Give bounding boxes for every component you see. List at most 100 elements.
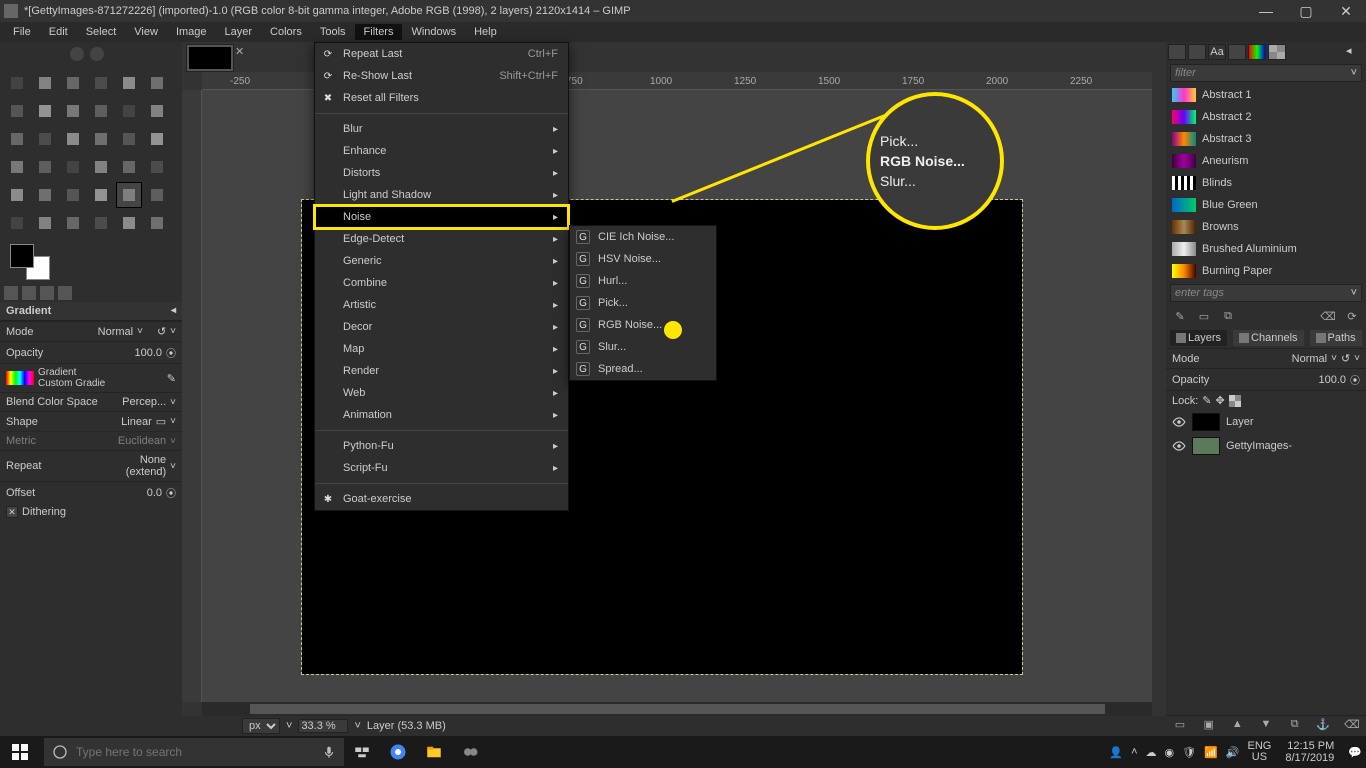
tool-7[interactable] — [32, 98, 58, 124]
edit-gradient-icon[interactable]: ✎ — [167, 372, 176, 385]
visibility-icon[interactable] — [1172, 415, 1186, 429]
taskbar-gimp[interactable] — [452, 736, 488, 768]
edit-icon[interactable]: ✎ — [1172, 308, 1188, 324]
tool-6[interactable] — [4, 98, 30, 124]
scrollbar-horizontal[interactable] — [202, 702, 1152, 716]
menu-item-distorts[interactable]: Distorts▸ — [315, 162, 568, 184]
menu-item-spread-[interactable]: GSpread... — [570, 358, 716, 380]
dither-checkbox[interactable]: ✕ — [6, 506, 18, 518]
ruler-vertical[interactable] — [182, 90, 202, 702]
tool-28[interactable] — [116, 182, 142, 208]
tray-location-icon[interactable]: ◉ — [1165, 746, 1175, 759]
layer-row[interactable]: GettyImages- — [1166, 434, 1366, 458]
tool-20[interactable] — [60, 154, 86, 180]
layer-opacity-value[interactable]: 100.0 — [1286, 374, 1346, 386]
fonts-tab-icon[interactable]: Aa — [1208, 44, 1226, 60]
tray-defender-icon[interactable]: 🛡 — [1182, 746, 1196, 759]
gradient-row[interactable]: Brushed Aluminium — [1166, 238, 1366, 260]
tool-10[interactable] — [116, 98, 142, 124]
gradient-row[interactable]: Browns — [1166, 216, 1366, 238]
gradient-row[interactable]: Blinds — [1166, 172, 1366, 194]
start-button[interactable] — [0, 736, 40, 768]
gradient-row[interactable]: Burning Paper — [1166, 260, 1366, 282]
history-tab-icon[interactable] — [1228, 44, 1246, 60]
tags-input[interactable]: enter tags˅ — [1170, 284, 1362, 302]
tool-27[interactable] — [88, 182, 114, 208]
tool-34[interactable] — [116, 210, 142, 236]
menu-tools[interactable]: Tools — [311, 24, 355, 40]
menu-item-rgb-noise-[interactable]: GRGB Noise... — [570, 314, 716, 336]
layers-tab-layers[interactable]: Layers — [1170, 330, 1227, 346]
offset-value[interactable]: 0.0 — [102, 487, 162, 499]
tray-up-icon[interactable]: ˄ — [1131, 746, 1137, 758]
stepper-icon[interactable]: ⦿ — [166, 345, 176, 360]
menu-windows[interactable]: Windows — [402, 24, 465, 40]
menu-item-cie-ich-noise-[interactable]: GCIE Ich Noise... — [570, 226, 716, 248]
menu-view[interactable]: View — [125, 24, 167, 40]
unit-select[interactable]: px — [242, 718, 280, 734]
palette-tab-icon[interactable] — [1268, 44, 1286, 60]
tool-19[interactable] — [32, 154, 58, 180]
menu-item-re-show-last[interactable]: ⟳Re-Show LastShift+Ctrl+F — [315, 65, 568, 87]
tool-15[interactable] — [88, 126, 114, 152]
tray-onedrive-icon[interactable]: ☁ — [1146, 746, 1157, 759]
tool-1[interactable] — [32, 70, 58, 96]
maximize-button[interactable]: ▢ — [1286, 0, 1326, 22]
menu-item-decor[interactable]: Decor▸ — [315, 316, 568, 338]
duplicate-icon[interactable]: ⧉ — [1220, 308, 1236, 324]
tray-people-icon[interactable]: 👤 — [1109, 746, 1123, 759]
fg-color-swatch[interactable] — [10, 244, 34, 268]
raise-layer-icon[interactable]: ▲ — [1229, 718, 1245, 734]
brushes-tab-icon[interactable] — [1168, 44, 1186, 60]
menu-item-blur[interactable]: Blur▸ — [315, 118, 568, 140]
tool-2[interactable] — [60, 70, 86, 96]
lock-pixels-icon[interactable]: ✎ — [1202, 394, 1211, 407]
menu-edit[interactable]: Edit — [40, 24, 77, 40]
tool-35[interactable] — [144, 210, 170, 236]
tool-31[interactable] — [32, 210, 58, 236]
minimize-button[interactable]: — — [1246, 0, 1286, 22]
tool-25[interactable] — [32, 182, 58, 208]
lock-position-icon[interactable]: ✥ — [1216, 394, 1225, 407]
tool-0[interactable] — [4, 70, 30, 96]
tool-26[interactable] — [60, 182, 86, 208]
menu-item-edge-detect[interactable]: Edge-Detect▸ — [315, 228, 568, 250]
menu-help[interactable]: Help — [465, 24, 506, 40]
zoom-input[interactable] — [298, 719, 348, 733]
menu-item-hurl-[interactable]: GHurl... — [570, 270, 716, 292]
lower-layer-icon[interactable]: ▼ — [1258, 718, 1274, 734]
gradient-value[interactable]: Custom Gradie — [38, 378, 163, 389]
close-tab-icon[interactable]: ✕ — [235, 45, 247, 57]
tool-33[interactable] — [88, 210, 114, 236]
menu-item-generic[interactable]: Generic▸ — [315, 250, 568, 272]
tool-14[interactable] — [60, 126, 86, 152]
search-input[interactable] — [76, 745, 314, 759]
visibility-icon[interactable] — [1172, 439, 1186, 453]
task-view-button[interactable] — [344, 736, 380, 768]
gradient-row[interactable]: Abstract 2 — [1166, 106, 1366, 128]
opacity-value[interactable]: 100.0 — [102, 347, 162, 359]
tool-13[interactable] — [32, 126, 58, 152]
tray-kbd[interactable]: US — [1248, 752, 1272, 763]
panel-menu-icon[interactable]: ◂ — [1346, 44, 1364, 60]
tool-32[interactable] — [60, 210, 86, 236]
menu-item-enhance[interactable]: Enhance▸ — [315, 140, 568, 162]
tool-8[interactable] — [60, 98, 86, 124]
menu-item-script-fu[interactable]: Script-Fu▸ — [315, 457, 568, 479]
menu-item-slur-[interactable]: GSlur... — [570, 336, 716, 358]
menu-layer[interactable]: Layer — [216, 24, 262, 40]
panel-menu-icon[interactable]: ◂ — [171, 305, 176, 317]
layer-mode-value[interactable]: Normal — [1267, 353, 1327, 365]
menu-filters[interactable]: Filters — [355, 24, 403, 40]
tool-16[interactable] — [116, 126, 142, 152]
new-layer-icon[interactable]: ▭ — [1172, 718, 1188, 734]
gradient-row[interactable]: Abstract 1 — [1166, 84, 1366, 106]
tool-9[interactable] — [88, 98, 114, 124]
menu-item-light-and-shadow[interactable]: Light and Shadow▸ — [315, 184, 568, 206]
menu-item-animation[interactable]: Animation▸ — [315, 404, 568, 426]
tool-12[interactable] — [4, 126, 30, 152]
mode-value[interactable]: Normal — [73, 326, 133, 338]
menu-file[interactable]: File — [4, 24, 40, 40]
delete-icon[interactable]: ⌫ — [1320, 308, 1336, 324]
tool-18[interactable] — [4, 154, 30, 180]
